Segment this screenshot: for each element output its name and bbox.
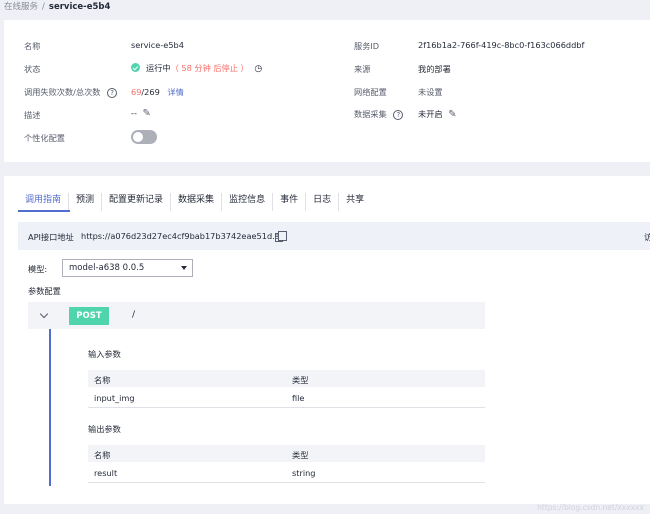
- service-id-value: 2f16b1a2-766f-419c-8bc0-f163c066ddbf: [418, 40, 585, 50]
- api-url: https://a076d23d27ec4cf9bab17b3742eae51d…: [81, 231, 280, 241]
- model-selected-value: model-a638 0.0.5: [69, 263, 145, 273]
- model-select[interactable]: model-a638 0.0.5: [62, 259, 193, 277]
- params-config-label: 参数配置: [28, 286, 61, 296]
- column-header-type: 类型: [292, 450, 309, 460]
- calls-value: 69/269 详情: [131, 86, 184, 98]
- table-header-row: 名称 类型: [88, 370, 485, 387]
- param-name: input_img: [94, 393, 135, 403]
- calls-failed: 69: [131, 87, 142, 97]
- breadcrumb-separator: /: [42, 2, 45, 12]
- personalize-label: 个性化配置: [24, 133, 65, 143]
- endpoint-header[interactable]: POST /: [28, 302, 485, 329]
- endpoint-body-indicator: [49, 329, 51, 486]
- status-label: 状态: [24, 64, 41, 74]
- breadcrumb-current: service-e5b4: [48, 2, 111, 12]
- tab-call-guide[interactable]: 调用指南: [18, 193, 70, 211]
- edit-description-icon[interactable]: ✎: [143, 108, 151, 119]
- service-id-label: 服务ID: [354, 41, 380, 51]
- calls-total: /269: [141, 87, 160, 97]
- calls-label: 调用失败次数/总次数 ?: [24, 86, 118, 98]
- active-tab-indicator: [18, 210, 70, 212]
- tab-share[interactable]: 共享: [339, 193, 371, 211]
- status-text: 运行中: [146, 63, 171, 73]
- watermark: https://blog.csdn.net/xxxxxx: [537, 503, 644, 512]
- column-header-name: 名称: [94, 450, 111, 460]
- table-row: result string: [88, 462, 485, 483]
- name-label: 名称: [24, 41, 41, 51]
- service-detail-card: 调用指南 预测 配置更新记录 数据采集 监控信息 事件 日志 共享 API接口地…: [4, 176, 650, 504]
- calls-detail-link[interactable]: 详情: [167, 87, 183, 97]
- tab-config-history[interactable]: 配置更新记录: [102, 193, 172, 211]
- api-label: API接口地址: [28, 232, 74, 242]
- name-value: service-e5b4: [131, 40, 184, 50]
- tab-data-collect[interactable]: 数据采集: [171, 193, 223, 211]
- personalize-toggle[interactable]: [131, 130, 157, 144]
- output-params-title: 输出参数: [88, 424, 121, 434]
- timer-icon[interactable]: ◷: [254, 64, 262, 74]
- copy-icon[interactable]: [275, 231, 287, 242]
- chevron-down-icon[interactable]: [39, 309, 49, 319]
- endpoint-path: /: [132, 310, 136, 320]
- desc-value: -- ✎: [131, 108, 151, 119]
- data-collect-value: 未开启 ✎: [418, 109, 457, 120]
- param-type: string: [292, 468, 316, 478]
- data-collect-help-icon[interactable]: ?: [393, 109, 404, 120]
- dropdown-caret-icon: [181, 266, 187, 270]
- edit-data-collect-icon[interactable]: ✎: [448, 109, 456, 120]
- detail-tabs: 调用指南 预测 配置更新记录 数据采集 监控信息 事件 日志 共享: [18, 193, 371, 213]
- status-countdown: （ 58 分钟 后停止 ）: [170, 63, 249, 73]
- column-header-name: 名称: [94, 375, 111, 385]
- breadcrumb: 在线服务 / service-e5b4: [4, 0, 110, 12]
- model-label: 模型:: [28, 264, 48, 274]
- http-method-badge: POST: [69, 307, 109, 325]
- table-header-row: 名称 类型: [88, 445, 485, 462]
- network-label: 网络配置: [354, 87, 387, 97]
- input-params-title: 输入参数: [88, 349, 121, 359]
- status-running-icon: [131, 63, 140, 72]
- data-collect-label: 数据采集 ?: [354, 108, 404, 120]
- param-type: file: [292, 393, 305, 403]
- table-row: input_img file: [88, 387, 485, 408]
- tab-logs[interactable]: 日志: [306, 193, 340, 211]
- service-info-card: 名称 service-e5b4 状态 运行中（ 58 分钟 后停止 ） ◷ 调用…: [4, 20, 650, 162]
- source-label: 来源: [354, 64, 371, 74]
- status-value: 运行中（ 58 分钟 后停止 ） ◷: [131, 62, 262, 74]
- tab-predict[interactable]: 预测: [69, 193, 103, 211]
- source-value: 我的部署: [418, 64, 451, 74]
- tab-monitoring[interactable]: 监控信息: [222, 193, 274, 211]
- api-right-action[interactable]: 访: [644, 231, 650, 243]
- network-value: 未设置: [418, 87, 443, 97]
- param-name: result: [94, 468, 118, 478]
- api-address-bar: API接口地址 https://a076d23d27ec4cf9bab17b37…: [18, 222, 650, 250]
- breadcrumb-parent-link[interactable]: 在线服务: [4, 2, 38, 12]
- desc-label: 描述: [24, 110, 41, 120]
- input-params-table: 名称 类型 input_img file: [88, 370, 485, 408]
- output-params-table: 名称 类型 result string: [88, 445, 485, 483]
- column-header-type: 类型: [292, 375, 309, 385]
- tab-events[interactable]: 事件: [273, 193, 307, 211]
- help-icon[interactable]: ?: [107, 87, 118, 98]
